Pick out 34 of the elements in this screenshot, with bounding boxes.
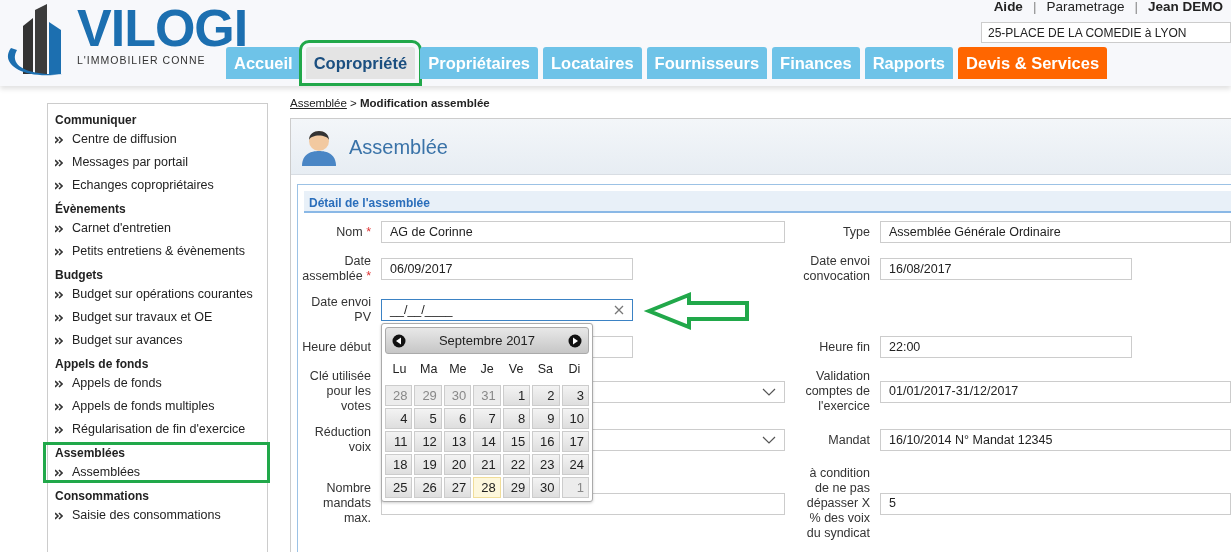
breadcrumb-separator: > <box>350 97 357 109</box>
sidebar-heading: Communiquer <box>55 112 138 128</box>
field-label: Validation comptes de l'exercice <box>804 369 870 414</box>
weekday-label: Di <box>567 361 582 378</box>
field-label: Heure fin <box>818 339 870 355</box>
sidebar-heading: Budgets <box>55 267 104 283</box>
weekday-label: Je <box>479 361 495 378</box>
field-label: Heure début <box>301 339 371 355</box>
section-header: Détail de l'assemblée <box>304 191 1231 213</box>
separator: | <box>1134 0 1138 14</box>
weekday-label: Lu <box>391 361 408 378</box>
field-label: Date envoi PV <box>310 295 371 325</box>
field-label: Date envoi convocation <box>802 254 870 284</box>
field-label: Type <box>841 224 870 240</box>
field-label: Réduction voix <box>313 425 371 455</box>
field-label: Clé utilisée pour les votes <box>308 369 371 414</box>
field-label: à condition de ne pas dépasser X % des voix du syndicat <box>805 466 870 541</box>
weekday-label: Ve <box>507 361 525 378</box>
sidebar-heading: Assemblées <box>55 445 127 461</box>
field-label: Nombre mandats max. <box>322 481 371 526</box>
breadcrumb-current: Modification assemblée <box>360 97 490 109</box>
separator: | <box>1032 0 1037 14</box>
sidebar-heading: Évènements <box>55 201 127 217</box>
logo-wordmark: VILOGI <box>77 6 248 50</box>
weekday-label: Me <box>448 361 468 378</box>
page-title: Assemblée <box>349 134 448 160</box>
sidebar-heading: Consommations <box>55 488 150 504</box>
weekday-label: Sa <box>536 361 554 378</box>
field-label: Mandat <box>827 432 870 448</box>
field-label: Date assemblée * <box>301 254 371 284</box>
month-title: Septembre 2017 <box>438 331 536 350</box>
field-label: Nom * <box>335 224 371 240</box>
weekday-label: Ma <box>419 361 439 378</box>
sidebar-heading: Appels de fonds <box>55 356 150 372</box>
